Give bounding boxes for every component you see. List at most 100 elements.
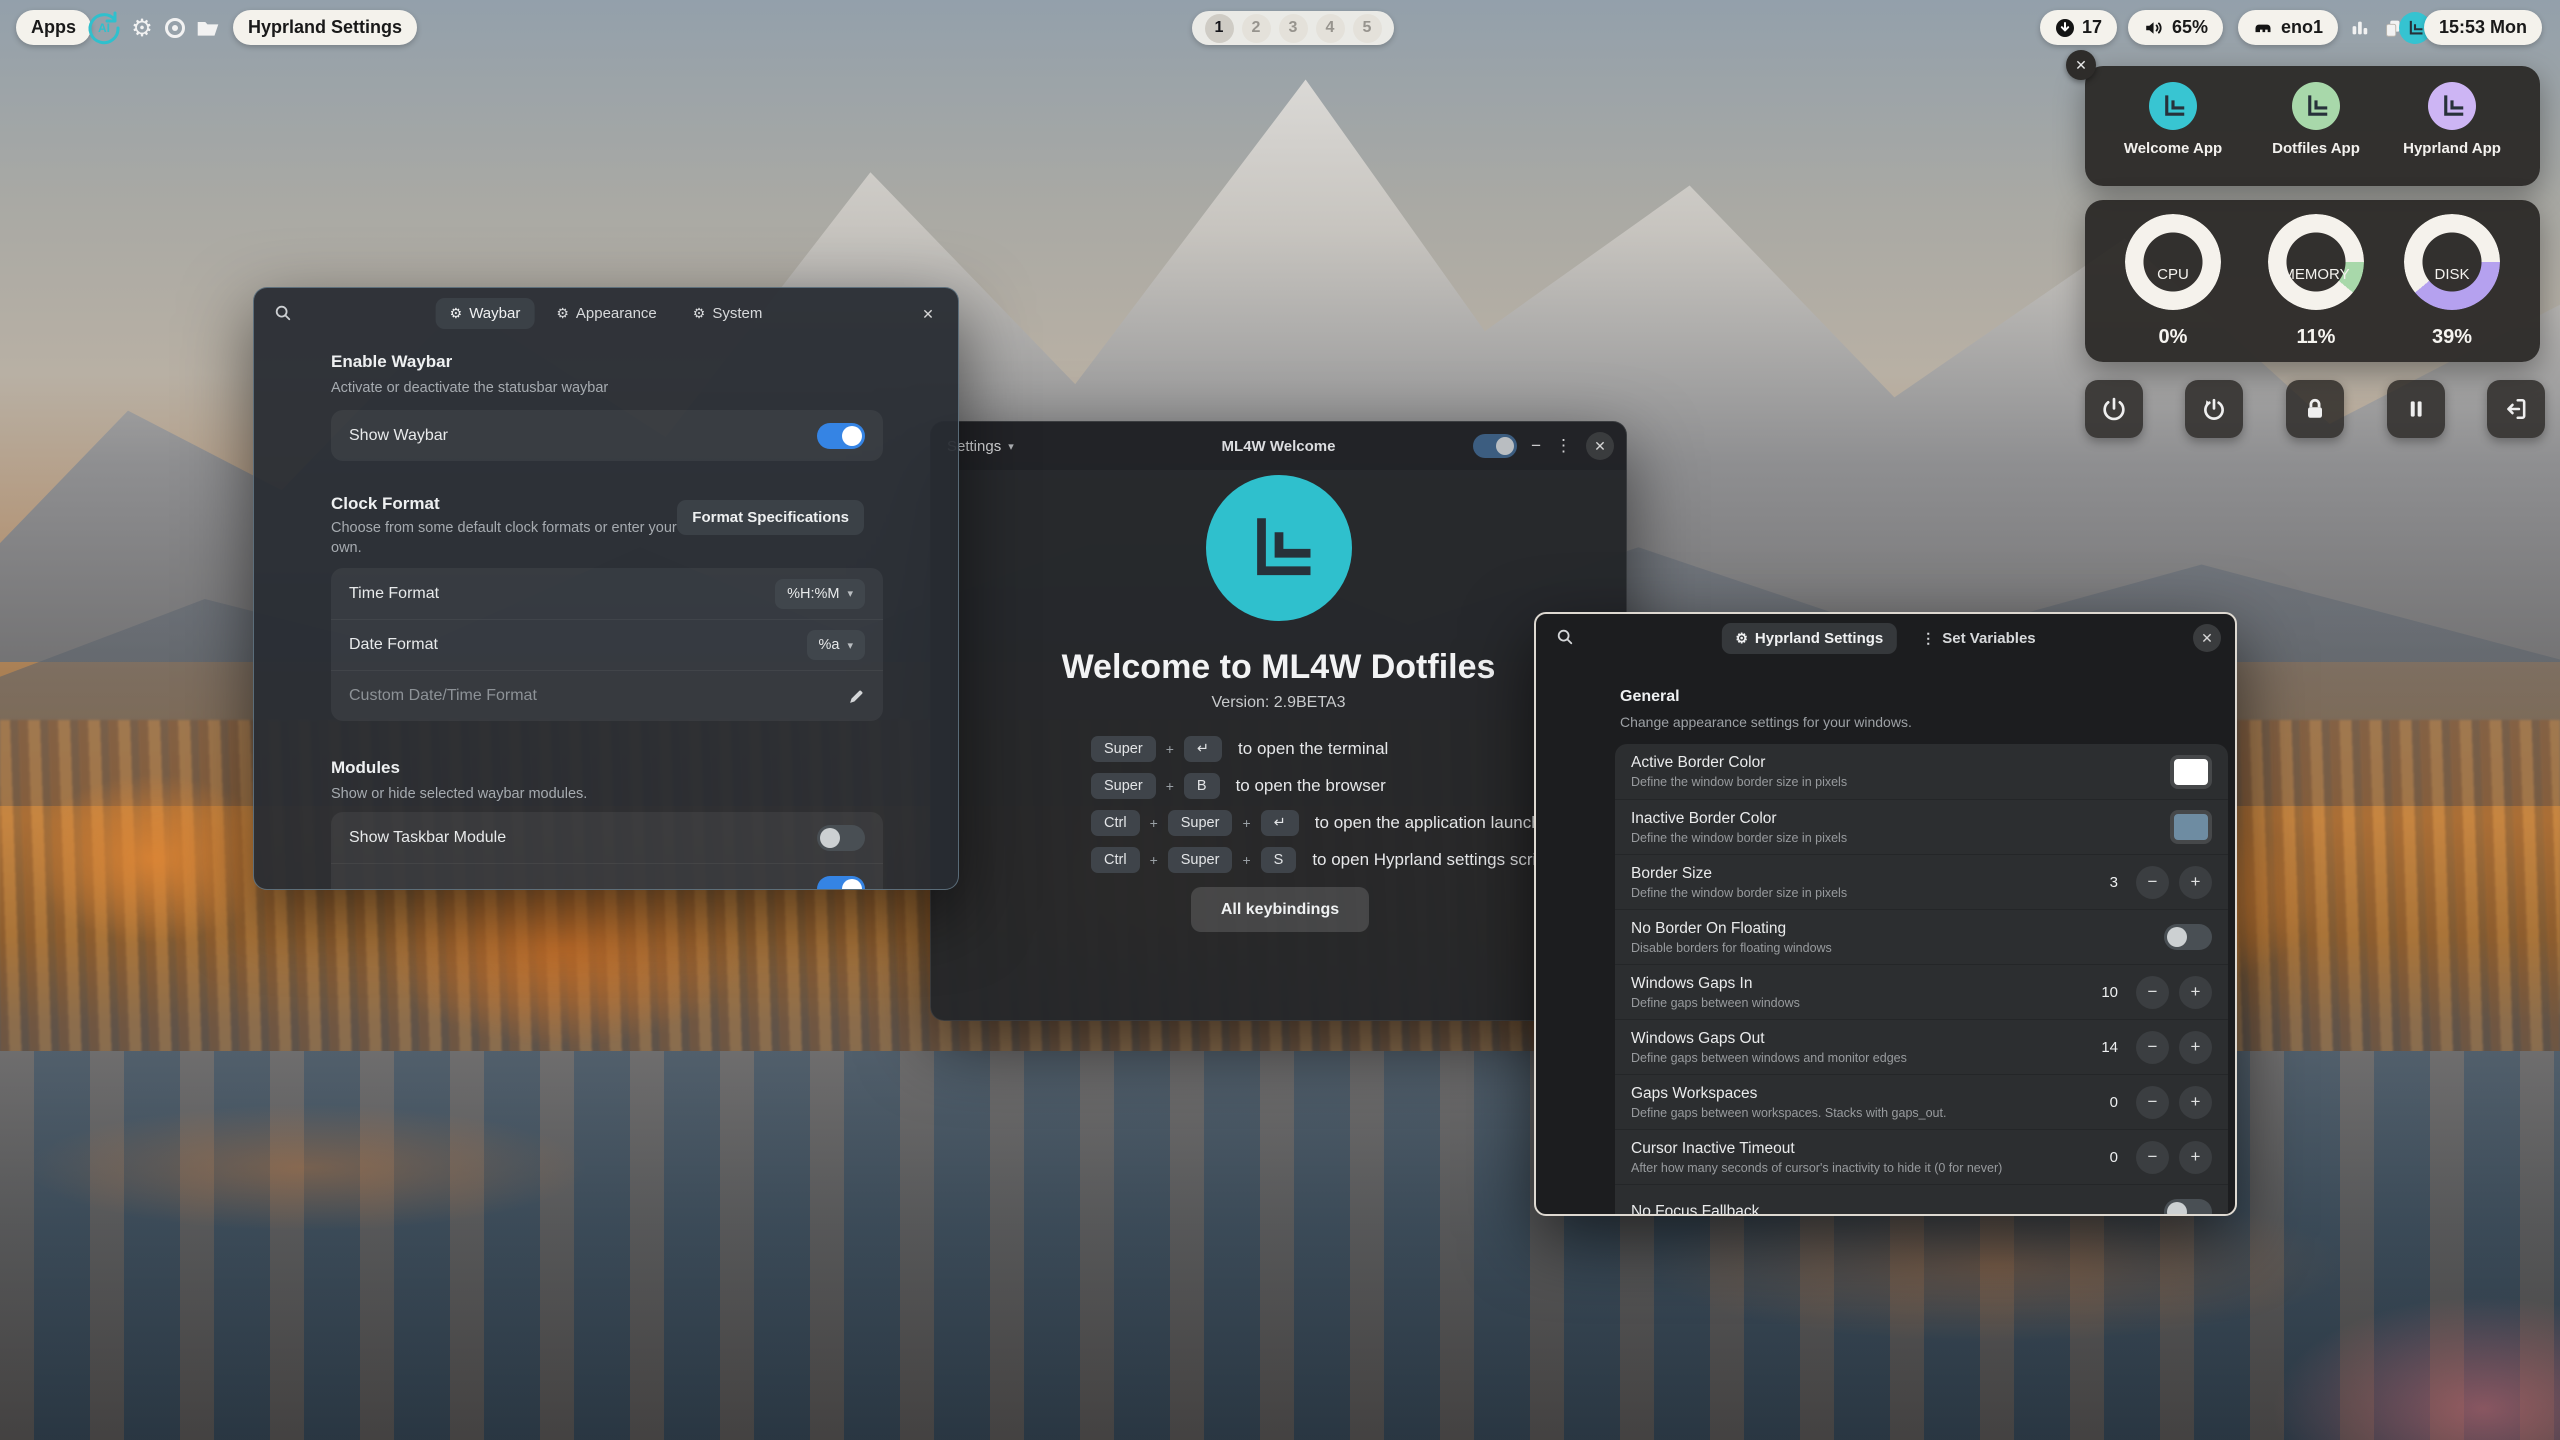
no-focus-fallback-toggle[interactable] bbox=[2164, 1199, 2212, 1216]
logout-button[interactable] bbox=[2487, 380, 2545, 438]
tab-waybar[interactable]: ⚙ Waybar bbox=[436, 298, 535, 329]
settings-gear-icon[interactable]: ⚙ bbox=[127, 13, 157, 43]
increment-button[interactable]: + bbox=[2179, 866, 2212, 899]
minus-icon: − bbox=[2148, 982, 2158, 1002]
decrement-button[interactable]: − bbox=[2136, 1086, 2169, 1119]
minimize-button[interactable]: − bbox=[1531, 436, 1541, 456]
gaps-workspaces-row: Gaps Workspaces Define gaps between work… bbox=[1615, 1074, 2228, 1129]
dotfiles-app-launcher[interactable]: Dotfiles App bbox=[2256, 82, 2376, 157]
all-keybindings-button[interactable]: All keybindings bbox=[1191, 887, 1369, 932]
clock-text: 15:53 Mon bbox=[2439, 17, 2527, 38]
time-format-value: %H:%M bbox=[787, 586, 839, 602]
panel-apps-card: Welcome App Dotfiles App Hyprland App bbox=[2085, 66, 2540, 186]
apps-menu-button[interactable]: Apps bbox=[16, 10, 91, 45]
tab-system[interactable]: ⚙ System bbox=[679, 298, 777, 329]
no-border-floating-toggle[interactable] bbox=[2164, 924, 2212, 950]
dotfiles-app-icon bbox=[2292, 82, 2340, 130]
volume-level: 65% bbox=[2172, 17, 2208, 38]
decrement-button[interactable]: − bbox=[2136, 1031, 2169, 1064]
network-name: eno1 bbox=[2281, 17, 2323, 38]
time-format-dropdown[interactable]: %H:%M ▾ bbox=[775, 579, 865, 609]
waybar-settings-window: ⚙ Waybar ⚙ Appearance ⚙ System ✕ Enable … bbox=[253, 287, 959, 890]
hypr-window-close-button[interactable]: ✕ bbox=[2193, 624, 2221, 652]
row-desc: After how many seconds of cursor's inact… bbox=[1631, 1161, 2002, 1175]
lock-screen-button[interactable] bbox=[2286, 380, 2344, 438]
menu-kebab-button[interactable]: ⋮ bbox=[1555, 436, 1572, 456]
key-super: Super bbox=[1091, 736, 1156, 762]
inactive-border-color-swatch[interactable] bbox=[2170, 810, 2212, 844]
waybar-window-close-button[interactable]: ✕ bbox=[914, 300, 942, 328]
row-title: Border Size bbox=[1631, 865, 1847, 883]
modules-desc: Show or hide selected waybar modules. bbox=[331, 784, 587, 804]
tab-appearance[interactable]: ⚙ Appearance bbox=[542, 298, 670, 329]
active-border-color-swatch[interactable] bbox=[2170, 755, 2212, 789]
stats-bars-icon[interactable] bbox=[2344, 13, 2374, 43]
increment-button[interactable]: + bbox=[2179, 1141, 2212, 1174]
ml4w-welcome-window: ML4W Welcome Settings ▾ − ⋮ ✕ Welcome to… bbox=[930, 421, 1627, 1021]
search-icon[interactable] bbox=[1556, 628, 1574, 646]
workspace-2[interactable]: 2 bbox=[1242, 14, 1271, 43]
tab-hyprland-settings[interactable]: ⚙ Hyprland Settings bbox=[1721, 623, 1897, 654]
border-size-row: Border Size Define the window border siz… bbox=[1615, 854, 2228, 909]
workspace-3[interactable]: 3 bbox=[1279, 14, 1308, 43]
plus-separator: + bbox=[1166, 741, 1174, 757]
show-taskbar-toggle[interactable] bbox=[817, 825, 865, 851]
ml4w-logo-large bbox=[1206, 475, 1352, 621]
row-desc: Define gaps between workspaces. Stacks w… bbox=[1631, 1106, 1946, 1120]
enable-waybar-heading: Enable Waybar bbox=[331, 352, 452, 372]
panel-close-button[interactable]: ✕ bbox=[2066, 50, 2096, 80]
increment-button[interactable]: + bbox=[2179, 1031, 2212, 1064]
active-window-title: Hyprland Settings bbox=[248, 17, 402, 38]
row-title: Windows Gaps Out bbox=[1631, 1030, 1907, 1048]
clock-pill[interactable]: 15:53 Mon bbox=[2424, 10, 2542, 45]
clipped-module-toggle[interactable] bbox=[817, 876, 865, 890]
show-waybar-card: Show Waybar bbox=[331, 410, 883, 461]
gear-icon: ⚙ bbox=[693, 305, 706, 322]
cpu-value: 0% bbox=[2159, 326, 2188, 349]
date-format-dropdown[interactable]: %a ▾ bbox=[807, 630, 866, 660]
updates-pill[interactable]: 17 bbox=[2040, 10, 2117, 45]
hyprland-app-launcher[interactable]: Hyprland App bbox=[2392, 82, 2512, 157]
restart-button[interactable] bbox=[2185, 380, 2243, 438]
keybind-desc: to open the terminal bbox=[1238, 739, 1388, 759]
increment-button[interactable]: + bbox=[2179, 976, 2212, 1009]
plus-icon: + bbox=[2191, 1092, 2201, 1112]
pencil-edit-icon[interactable] bbox=[848, 688, 865, 705]
key-return: ↵ bbox=[1184, 736, 1222, 762]
active-window-title-pill[interactable]: Hyprland Settings bbox=[233, 10, 417, 45]
clock-format-card: Time Format %H:%M ▾ Date Format %a ▾ Cus… bbox=[331, 568, 883, 721]
key-b: B bbox=[1184, 773, 1220, 799]
format-specifications-button[interactable]: Format Specifications bbox=[677, 500, 864, 535]
gaps-in-row: Windows Gaps In Define gaps between wind… bbox=[1615, 964, 2228, 1019]
workspace-1[interactable]: 1 bbox=[1205, 14, 1234, 43]
ml4w-logo-icon bbox=[2405, 18, 2425, 38]
volume-pill[interactable]: 65% bbox=[2128, 10, 2223, 45]
close-icon: ✕ bbox=[2075, 57, 2087, 74]
search-icon[interactable] bbox=[274, 304, 292, 322]
tab-set-variables[interactable]: ⋮ Set Variables bbox=[1907, 623, 2049, 654]
ai-update-button[interactable]: AI bbox=[84, 8, 124, 48]
decrement-button[interactable]: − bbox=[2136, 1141, 2169, 1174]
shutdown-button[interactable] bbox=[2085, 380, 2143, 438]
clipped-module-row bbox=[331, 863, 883, 890]
plus-icon: + bbox=[2191, 1037, 2201, 1057]
decrement-button[interactable]: − bbox=[2136, 866, 2169, 899]
welcome-app-launcher[interactable]: Welcome App bbox=[2113, 82, 2233, 157]
network-pill[interactable]: eno1 bbox=[2238, 10, 2338, 45]
welcome-header-toggle[interactable] bbox=[1473, 434, 1517, 458]
file-manager-folder-icon[interactable] bbox=[193, 13, 223, 43]
browser-icon[interactable] bbox=[160, 13, 190, 43]
update-download-icon bbox=[2055, 18, 2075, 38]
border-size-value: 3 bbox=[2098, 874, 2118, 891]
row-title: Inactive Border Color bbox=[1631, 810, 1847, 828]
welcome-close-button[interactable]: ✕ bbox=[1586, 432, 1614, 460]
memory-ring bbox=[2268, 214, 2364, 310]
date-format-value: %a bbox=[819, 637, 840, 653]
plus-separator: + bbox=[1150, 815, 1158, 831]
workspace-5[interactable]: 5 bbox=[1353, 14, 1382, 43]
increment-button[interactable]: + bbox=[2179, 1086, 2212, 1119]
suspend-button[interactable] bbox=[2387, 380, 2445, 438]
show-waybar-toggle[interactable] bbox=[817, 423, 865, 449]
decrement-button[interactable]: − bbox=[2136, 976, 2169, 1009]
workspace-4[interactable]: 4 bbox=[1316, 14, 1345, 43]
